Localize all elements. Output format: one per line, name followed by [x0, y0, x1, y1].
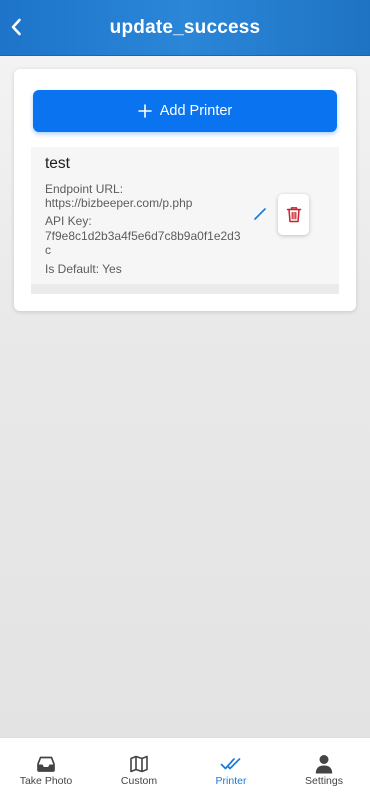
tab-settings[interactable]: Settings — [278, 738, 370, 802]
double-check-icon — [220, 758, 241, 770]
tab-label: Settings — [305, 775, 343, 787]
add-printer-button[interactable]: Add Printer — [33, 90, 337, 132]
person-icon — [315, 755, 333, 774]
plus-icon — [137, 104, 152, 118]
add-printer-label: Add Printer — [159, 103, 233, 119]
tab-label: Take Photo — [19, 775, 73, 787]
tab-custom[interactable]: Custom — [93, 738, 185, 802]
printer-list-item: test Endpoint URL: https://bizbeeper.com… — [31, 147, 339, 294]
endpoint-label: Endpoint URL: — [45, 182, 124, 196]
trash-icon — [286, 207, 301, 223]
is-default-text: Is Default: Yes — [45, 262, 122, 276]
tab-take-photo[interactable]: Take Photo — [0, 738, 92, 802]
api-key-label: API Key: — [45, 214, 92, 228]
printers-card: Add Printer test Endpoint URL: https://b… — [14, 69, 356, 311]
tab-label: Printer — [215, 775, 247, 787]
bottom-tab-bar: Take Photo Custom Printer Settings — [0, 737, 370, 802]
tab-printer[interactable]: Printer — [185, 738, 277, 802]
pencil-icon — [254, 208, 266, 220]
map-icon — [130, 755, 148, 773]
printer-name: test — [45, 155, 70, 172]
edit-printer-button[interactable] — [252, 206, 268, 222]
api-key-value: 7f9e8c1d2b3a4f5e6d7c8b9a0f1e2d3c — [45, 229, 241, 257]
app-header: update_success — [0, 0, 370, 56]
endpoint-value: https://bizbeeper.com/p.php — [45, 196, 193, 210]
tab-label: Custom — [120, 775, 158, 787]
delete-printer-button[interactable] — [278, 194, 309, 235]
page-title: update_success — [109, 17, 261, 38]
inbox-tray-icon — [37, 756, 55, 772]
